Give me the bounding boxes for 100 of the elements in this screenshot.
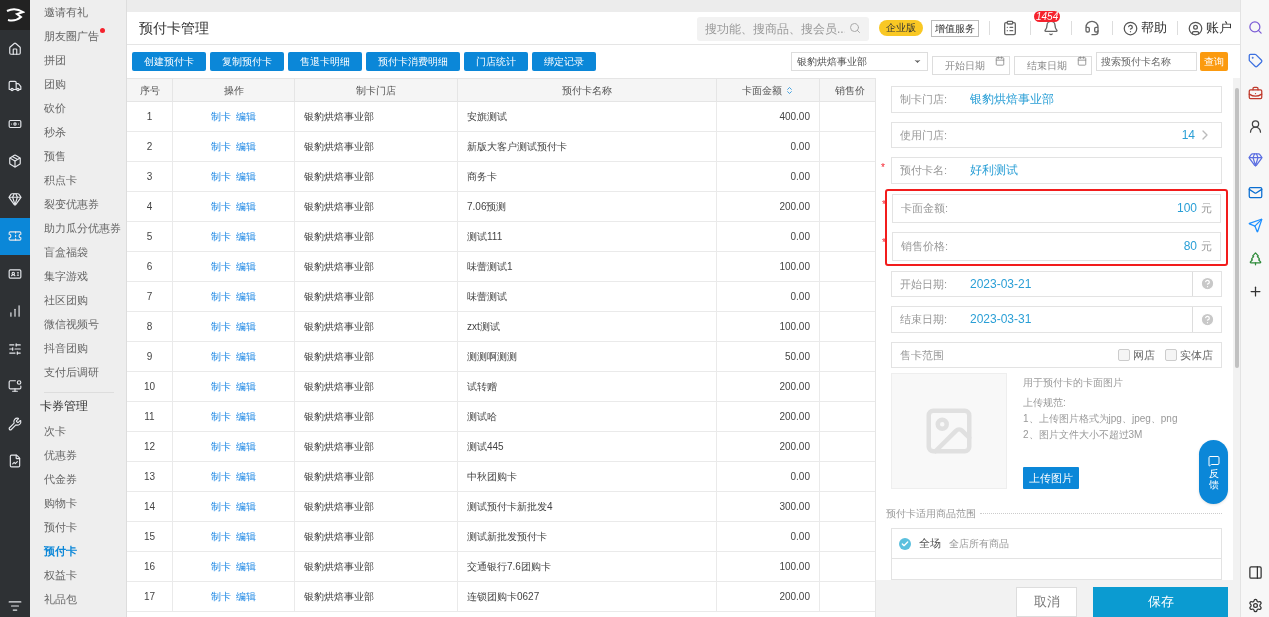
submenu-item[interactable]: 预售	[44, 147, 66, 165]
account-button[interactable]: 账户	[1188, 18, 1232, 38]
action-link[interactable]: 编辑	[236, 379, 256, 394]
toolbar-button[interactable]: 复制预付卡	[210, 52, 284, 71]
submenu-item[interactable]: 盲盒福袋	[44, 243, 88, 261]
action-link[interactable]: 制卡	[211, 529, 231, 544]
gem-icon[interactable]	[1247, 152, 1263, 167]
save-button[interactable]: 保存	[1093, 587, 1228, 617]
send-icon[interactable]	[1247, 218, 1263, 233]
submenu-item[interactable]: 礼品包	[44, 590, 77, 608]
toolbar-button[interactable]: 门店统计	[464, 52, 528, 71]
submenu-item[interactable]: 朋友圈广告	[44, 27, 105, 45]
notification-icon[interactable]	[1043, 20, 1059, 36]
submenu-item[interactable]: 代金券	[44, 470, 77, 488]
table-cell-text: 15	[143, 530, 156, 544]
action-link[interactable]: 制卡	[211, 469, 231, 484]
action-link[interactable]: 编辑	[236, 169, 256, 184]
submenu-item[interactable]: 裂变优惠券	[44, 195, 99, 213]
person-icon[interactable]	[1247, 119, 1263, 134]
action-link[interactable]: 制卡	[211, 319, 231, 334]
submenu-item[interactable]: 团购	[44, 75, 66, 93]
submenu-item[interactable]: 砍价	[44, 99, 66, 117]
action-link[interactable]: 编辑	[236, 529, 256, 544]
tree-icon[interactable]	[1247, 251, 1263, 266]
action-link[interactable]: 编辑	[236, 439, 256, 454]
action-link[interactable]: 制卡	[211, 229, 231, 244]
sidebar-icon[interactable]	[1247, 565, 1263, 580]
field-value[interactable]: 2023-03-21	[970, 274, 1192, 293]
submenu-item[interactable]: 优惠券	[44, 446, 77, 464]
action-link[interactable]: 编辑	[236, 559, 256, 574]
support-headset-icon[interactable]	[1084, 20, 1100, 36]
briefcase-icon[interactable]	[1247, 86, 1263, 101]
action-link[interactable]: 制卡	[211, 139, 231, 154]
action-link[interactable]: 编辑	[236, 139, 256, 154]
action-link[interactable]: 制卡	[211, 379, 231, 394]
value-added-button[interactable]: 增值服务	[931, 19, 979, 37]
toolbar-button[interactable]: 创建预付卡	[132, 52, 206, 71]
feedback-button[interactable]: 反馈	[1199, 440, 1228, 504]
sort-icon[interactable]	[785, 85, 794, 95]
calendar-icon	[1077, 56, 1087, 66]
settings-icon[interactable]	[1247, 598, 1263, 613]
toolbar-button[interactable]: 售退卡明细	[288, 52, 362, 71]
action-link[interactable]: 制卡	[211, 169, 231, 184]
submenu-item[interactable]: 预付卡	[44, 542, 77, 560]
action-link[interactable]: 编辑	[236, 289, 256, 304]
action-link[interactable]: 制卡	[211, 289, 231, 304]
action-link[interactable]: 编辑	[236, 469, 256, 484]
submenu-item[interactable]: 次卡	[44, 422, 66, 440]
action-link[interactable]: 编辑	[236, 229, 256, 244]
action-link[interactable]: 编辑	[236, 259, 256, 274]
toolbar-button[interactable]: 预付卡消费明细	[366, 52, 460, 71]
action-link[interactable]: 编辑	[236, 499, 256, 514]
action-link[interactable]: 制卡	[211, 109, 231, 124]
card-name-search-field[interactable]: 搜索预付卡名称	[1096, 52, 1197, 71]
submenu-item[interactable]: 权益卡	[44, 566, 77, 584]
query-button[interactable]: 查询	[1200, 52, 1228, 71]
search-field[interactable]: 搜功能、搜商品、搜会员...	[697, 17, 869, 41]
submenu-item[interactable]: 抖音团购	[44, 339, 88, 357]
field-value[interactable]: 2023-03-31	[970, 310, 1192, 329]
action-link[interactable]: 制卡	[211, 259, 231, 274]
action-link[interactable]: 制卡	[211, 559, 231, 574]
end-date-field[interactable]: 结束日期	[1014, 56, 1092, 75]
action-link[interactable]: 编辑	[236, 409, 256, 424]
search-icon[interactable]	[1247, 20, 1263, 35]
upload-image-button[interactable]: 上传图片	[1023, 467, 1079, 489]
submenu-item[interactable]: 购物卡	[44, 494, 77, 512]
submenu-item[interactable]: 积点卡	[44, 171, 77, 189]
submenu-item[interactable]: 集字游戏	[44, 267, 88, 285]
action-link[interactable]: 编辑	[236, 199, 256, 214]
submenu-item[interactable]: 秒杀	[44, 123, 66, 141]
action-link[interactable]: 编辑	[236, 109, 256, 124]
action-link[interactable]: 制卡	[211, 499, 231, 514]
clipboard-icon[interactable]	[1002, 20, 1018, 36]
cancel-button[interactable]: 取消	[1016, 587, 1077, 617]
action-link[interactable]: 制卡	[211, 409, 231, 424]
checkbox[interactable]	[1165, 348, 1177, 361]
submenu-item[interactable]: 微信视频号	[44, 315, 99, 333]
submenu-item[interactable]: 支付后调研	[44, 363, 99, 381]
action-link[interactable]: 制卡	[211, 349, 231, 364]
submenu-item[interactable]: 预付卡	[44, 518, 77, 536]
submenu-item[interactable]: 邀请有礼	[44, 3, 88, 21]
action-link[interactable]: 编辑	[236, 349, 256, 364]
plus-icon[interactable]	[1247, 284, 1263, 299]
submenu-item[interactable]: 社区团购	[44, 291, 88, 309]
store-select[interactable]: 银豹烘焙事业部	[791, 52, 928, 71]
help-button[interactable]: 帮助	[1123, 18, 1167, 38]
checkbox[interactable]	[1118, 348, 1130, 361]
action-link[interactable]: 制卡	[211, 439, 231, 454]
action-link[interactable]: 制卡	[211, 589, 231, 604]
tag-icon[interactable]	[1247, 53, 1263, 68]
action-link[interactable]: 制卡	[211, 199, 231, 214]
submenu-item[interactable]: 助力瓜分优惠券	[44, 219, 121, 237]
field-value[interactable]: 100	[1176, 199, 1197, 217]
action-link[interactable]: 编辑	[236, 319, 256, 334]
submenu-item[interactable]: 拼团	[44, 51, 66, 69]
mail-icon[interactable]	[1247, 185, 1263, 200]
start-date-field[interactable]: 开始日期	[932, 56, 1010, 75]
toolbar-button[interactable]: 绑定记录	[532, 52, 596, 71]
field-value[interactable]: 80	[1183, 237, 1197, 255]
action-link[interactable]: 编辑	[236, 589, 256, 604]
